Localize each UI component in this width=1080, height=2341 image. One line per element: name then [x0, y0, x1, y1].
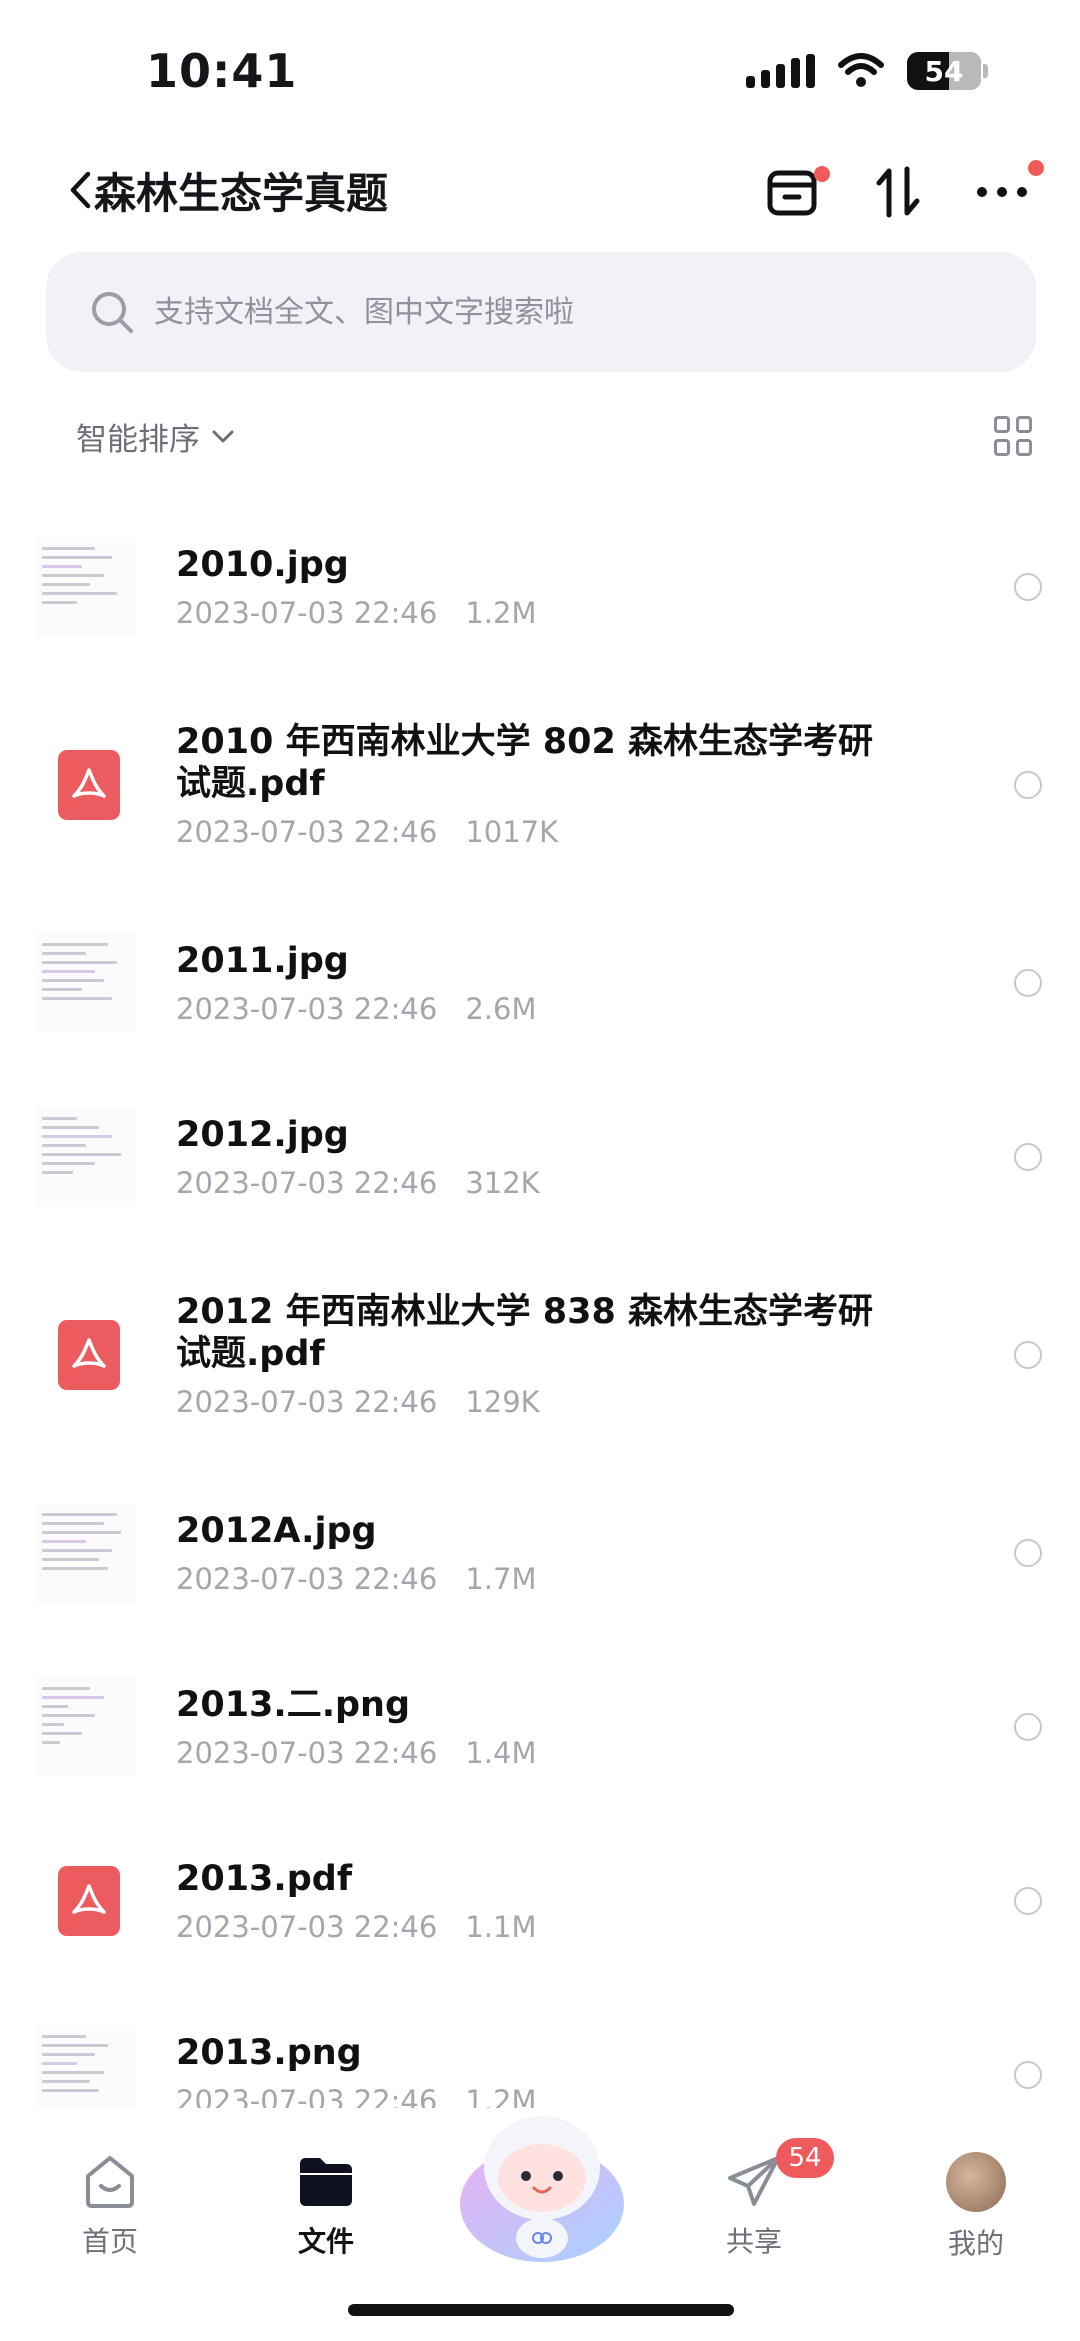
chevron-left-icon: [70, 171, 91, 209]
assistant-mascot-button[interactable]: [452, 2108, 632, 2268]
sort-arrows-icon: [876, 166, 920, 218]
share-count-badge: 54: [776, 2138, 834, 2178]
file-size: 1.7M: [465, 1562, 537, 1596]
tab-label: 共享: [725, 2225, 782, 2258]
tab-mine[interactable]: 我的: [916, 2152, 1036, 2262]
avatar: [946, 2152, 1006, 2212]
search-bar[interactable]: [46, 252, 1036, 372]
home-icon: [86, 2156, 134, 2208]
select-radio[interactable]: [1014, 1539, 1042, 1567]
list-item[interactable]: 2012.jpg 2023-07-03 22:46 312K: [0, 1070, 1080, 1244]
search-icon: [86, 286, 138, 338]
image-thumbnail: [36, 1107, 136, 1207]
select-radio[interactable]: [1014, 1887, 1042, 1915]
mascot-icon: [460, 2116, 624, 2262]
tab-home[interactable]: 首页: [50, 2152, 170, 2260]
list-item[interactable]: 2011.jpg 2023-07-03 22:46 2.6M: [0, 896, 1080, 1070]
file-date: 2023-07-03 22:46: [176, 1385, 438, 1419]
select-radio[interactable]: [1014, 1341, 1042, 1369]
select-radio[interactable]: [1014, 1143, 1042, 1171]
file-size: 2.6M: [465, 992, 537, 1026]
file-name: 2013.png: [176, 2033, 362, 2073]
file-date: 2023-07-03 22:46: [176, 1562, 438, 1596]
sort-toggle-button[interactable]: [866, 160, 930, 224]
list-item[interactable]: 2010.jpg 2023-07-03 22:46 1.2M: [0, 500, 1080, 674]
grid-view-icon[interactable]: [994, 416, 1034, 456]
list-item[interactable]: 2012A.jpg 2023-07-03 22:46 1.7M: [0, 1466, 1080, 1640]
notification-dot: [814, 166, 830, 182]
pdf-icon: [58, 1320, 120, 1390]
list-item[interactable]: 2012 年西南林业大学 838 森林生态学考研试题.pdf 2023-07-0…: [0, 1244, 1080, 1466]
select-radio[interactable]: [1014, 2061, 1042, 2089]
image-thumbnail: [36, 1503, 136, 1603]
image-thumbnail: [36, 1677, 136, 1777]
file-date: 2023-07-03 22:46: [176, 815, 438, 849]
search-input[interactable]: [154, 294, 1036, 330]
pdf-icon: [58, 1866, 120, 1936]
file-date: 2023-07-03 22:46: [176, 1736, 438, 1770]
file-name: 2012 年西南林业大学 838 森林生态学考研试题.pdf: [176, 1292, 874, 1374]
file-size: 312K: [465, 1166, 540, 1200]
file-size: 1.2M: [465, 596, 537, 630]
notification-dot: [1028, 160, 1044, 176]
page-title: 森林生态学真题: [94, 169, 389, 218]
file-size: 1017K: [465, 815, 559, 849]
sort-label: 智能排序: [76, 422, 200, 458]
status-bar: 10:41 54: [0, 0, 1080, 140]
image-thumbnail: [36, 933, 136, 1033]
tab-label: 首页: [81, 2225, 138, 2258]
list-item[interactable]: 2013.二.png 2023-07-03 22:46 1.4M: [0, 1640, 1080, 1814]
cellular-signal-icon: [746, 54, 815, 88]
sort-dropdown[interactable]: 智能排序: [76, 414, 234, 459]
file-size: 1.4M: [465, 1736, 537, 1770]
file-date: 2023-07-03 22:46: [176, 992, 438, 1026]
file-name: 2013.pdf: [176, 1859, 353, 1899]
file-name: 2011.jpg: [176, 941, 349, 981]
chevron-down-icon: [212, 430, 234, 442]
file-name: 2012A.jpg: [176, 1511, 377, 1551]
file-list: 2010.jpg 2023-07-03 22:46 1.2M 2010 年西南林业…: [0, 500, 1080, 2162]
select-radio[interactable]: [1014, 1713, 1042, 1741]
file-name: 2012.jpg: [176, 1115, 349, 1155]
more-button[interactable]: [970, 160, 1044, 224]
file-date: 2023-07-03 22:46: [176, 1166, 438, 1200]
folder-icon: [300, 2158, 352, 2206]
file-name: 2010.jpg: [176, 545, 349, 585]
status-icons: 54: [746, 52, 988, 90]
home-indicator: [348, 2304, 734, 2316]
recycle-box-button[interactable]: [760, 160, 830, 224]
select-radio[interactable]: [1014, 573, 1042, 601]
pdf-icon: [58, 750, 120, 820]
tab-files[interactable]: 文件: [266, 2152, 386, 2260]
file-size: 1.1M: [465, 1910, 537, 1944]
tab-label: 我的: [947, 2227, 1004, 2260]
select-radio[interactable]: [1014, 969, 1042, 997]
box-icon: [767, 170, 817, 216]
file-date: 2023-07-03 22:46: [176, 596, 438, 630]
list-item[interactable]: 2010 年西南林业大学 802 森林生态学考研试题.pdf 2023-07-0…: [0, 674, 1080, 896]
image-thumbnail: [36, 537, 136, 637]
file-date: 2023-07-03 22:46: [176, 1910, 438, 1944]
status-time: 10:41: [146, 44, 298, 98]
tab-label: 文件: [297, 2225, 354, 2258]
file-name: 2013.二.png: [176, 1685, 411, 1725]
list-item[interactable]: 2013.pdf 2023-07-03 22:46 1.1M: [0, 1814, 1080, 1988]
select-radio[interactable]: [1014, 771, 1042, 799]
file-size: 129K: [465, 1385, 540, 1419]
nav-header: 森林生态学真题: [0, 150, 1080, 230]
paper-plane-icon: [728, 2156, 780, 2206]
file-name: 2010 年西南林业大学 802 森林生态学考研试题.pdf: [176, 722, 874, 804]
battery-level: 54: [924, 54, 964, 88]
battery-indicator: 54: [907, 52, 988, 90]
more-dots-icon: [977, 187, 1027, 197]
wifi-icon: [838, 53, 884, 87]
app-screen: 10:41 54 森林生态学真题 支持文档全文、图中文字搜索啦 智能排序 201…: [0, 0, 1080, 2341]
sort-bar: 智能排序: [0, 408, 1080, 468]
